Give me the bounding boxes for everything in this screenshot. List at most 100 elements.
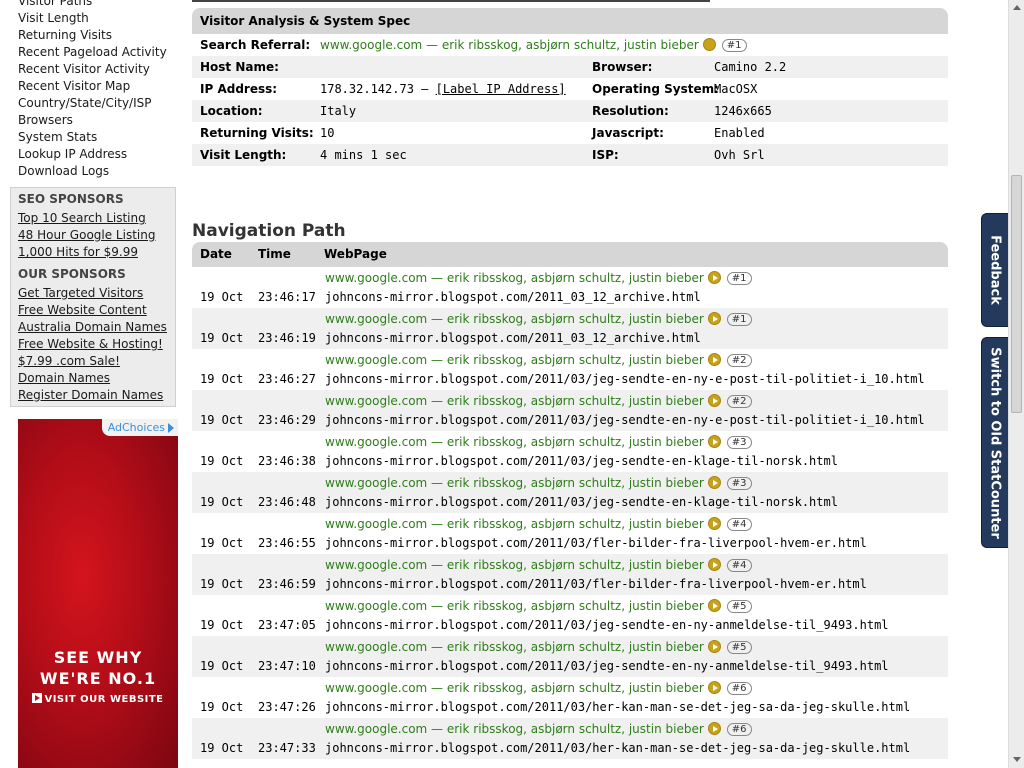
go-arrow-icon[interactable] [707, 681, 721, 694]
scroll-up-arrow-icon[interactable] [1011, 2, 1023, 14]
row-time: 23:47:26 [258, 700, 316, 714]
go-arrow-icon[interactable] [707, 271, 721, 284]
rank-badge: #6 [726, 723, 752, 736]
seo-sponsors-heading: SEO SPONSORS [18, 192, 124, 206]
referrer-link[interactable]: www.google.com — erik ribsskog, asbjørn … [325, 271, 704, 285]
sidebar-link-system-stats[interactable]: System Stats [18, 129, 178, 146]
row-time: 23:47:33 [258, 741, 316, 755]
sidebar-link-lookup-ip[interactable]: Lookup IP Address [18, 146, 178, 163]
ad-banner[interactable]: AdChoices SEE WHY WE'RE NO.1 VISIT OUR W… [18, 419, 178, 768]
row-webpage-link[interactable]: johncons-mirror.blogspot.com/2011/03/her… [325, 741, 910, 755]
row-date: 19 Oct [200, 536, 244, 550]
isp-label: ISP: [592, 148, 619, 162]
search-rank-badge: #1 [721, 39, 747, 52]
play-icon [32, 693, 43, 703]
rank-badge: #1 [726, 272, 752, 285]
scroll-down-arrow-icon[interactable] [1011, 754, 1023, 766]
returning-visits-label: Returning Visits: [200, 126, 314, 140]
row-webpage-link[interactable]: johncons-mirror.blogspot.com/2011/03/fle… [325, 577, 867, 591]
row-referrer: www.google.com — erik ribsskog, asbjørn … [325, 681, 752, 695]
row-time: 23:46:29 [258, 413, 316, 427]
nav-path-row: 19 Oct 23:46:38 www.google.com — erik ribs… [192, 431, 948, 472]
feedback-tab[interactable]: Feedback [981, 213, 1008, 327]
our-sponsor-link[interactable]: Free Website & Hosting! [18, 336, 175, 353]
go-arrow-icon[interactable] [702, 38, 716, 51]
our-sponsor-link[interactable]: Register Domain Names [18, 387, 175, 404]
sidebar-link-recent-visitor-activity[interactable]: Recent Visitor Activity [18, 61, 178, 78]
our-sponsors-heading: OUR SPONSORS [18, 267, 126, 281]
row-time: 23:47:05 [258, 618, 316, 632]
go-arrow-icon[interactable] [707, 722, 721, 735]
row-time: 23:46:27 [258, 372, 316, 386]
referrer-link[interactable]: www.google.com — erik ribsskog, asbjørn … [325, 640, 704, 654]
go-arrow-icon[interactable] [707, 517, 721, 530]
search-referral-link[interactable]: www.google.com — erik ribsskog, asbjørn … [320, 38, 699, 52]
our-sponsor-link[interactable]: Domain Names [18, 370, 175, 387]
go-arrow-icon[interactable] [707, 312, 721, 325]
referrer-link[interactable]: www.google.com — erik ribsskog, asbjørn … [325, 558, 704, 572]
go-arrow-icon[interactable] [707, 353, 721, 366]
sidebar-link-download-logs[interactable]: Download Logs [18, 163, 178, 180]
go-arrow-icon[interactable] [707, 599, 721, 612]
row-webpage-link[interactable]: johncons-mirror.blogspot.com/2011/03/her… [325, 700, 910, 714]
row-date: 19 Oct [200, 413, 244, 427]
row-webpage-link[interactable]: johncons-mirror.blogspot.com/2011_03_12_… [325, 331, 701, 345]
rank-badge: #5 [726, 641, 752, 654]
go-arrow-icon[interactable] [707, 435, 721, 448]
row-webpage-link[interactable]: johncons-mirror.blogspot.com/2011_03_12_… [325, 290, 701, 304]
scrollbar-thumb[interactable] [1011, 175, 1022, 413]
sidebar-link-browsers[interactable]: Browsers [18, 112, 178, 129]
referrer-link[interactable]: www.google.com — erik ribsskog, asbjørn … [325, 312, 704, 326]
row-webpage-link[interactable]: johncons-mirror.blogspot.com/2011/03/jeg… [325, 413, 925, 427]
label-ip-link[interactable]: [Label IP Address] [436, 82, 566, 96]
javascript-value: Enabled [714, 126, 765, 140]
referrer-link[interactable]: www.google.com — erik ribsskog, asbjørn … [325, 517, 704, 531]
row-date: 19 Oct [200, 659, 244, 673]
search-referral-label: Search Referral: [200, 38, 311, 52]
row-webpage-link[interactable]: johncons-mirror.blogspot.com/2011/03/jeg… [325, 454, 838, 468]
col-header-time: Time [258, 247, 291, 261]
referrer-link[interactable]: www.google.com — erik ribsskog, asbjørn … [325, 599, 704, 613]
row-referrer: www.google.com — erik ribsskog, asbjørn … [325, 517, 752, 531]
seo-sponsor-link[interactable]: 1,000 Hits for $9.99 [18, 244, 175, 261]
row-webpage-link[interactable]: johncons-mirror.blogspot.com/2011/03/jeg… [325, 618, 889, 632]
ad-cta[interactable]: VISIT OUR WEBSITE [18, 693, 178, 705]
nav-path-row: 19 Oct 23:46:17 www.google.com — erik ribs… [192, 267, 948, 308]
adchoices-icon [168, 423, 174, 433]
referrer-link[interactable]: www.google.com — erik ribsskog, asbjørn … [325, 394, 704, 408]
vertical-scrollbar[interactable] [1008, 0, 1024, 768]
our-sponsor-link[interactable]: Free Website Content [18, 302, 175, 319]
col-header-date: Date [200, 247, 232, 261]
row-webpage-link[interactable]: johncons-mirror.blogspot.com/2011/03/jeg… [325, 659, 889, 673]
sidebar-link-visitor-paths[interactable]: Visitor Paths [18, 0, 178, 10]
our-sponsor-link[interactable]: Get Targeted Visitors [18, 285, 175, 302]
referrer-link[interactable]: www.google.com — erik ribsskog, asbjørn … [325, 353, 704, 367]
nav-path-row: 19 Oct 23:46:55 www.google.com — erik ribs… [192, 513, 948, 554]
adchoices-badge[interactable]: AdChoices [101, 419, 178, 436]
go-arrow-icon[interactable] [707, 558, 721, 571]
referrer-link[interactable]: www.google.com — erik ribsskog, asbjørn … [325, 722, 704, 736]
sidebar-link-recent-visitor-map[interactable]: Recent Visitor Map [18, 78, 178, 95]
row-webpage-link[interactable]: johncons-mirror.blogspot.com/2011/03/jeg… [325, 372, 925, 386]
our-sponsor-link[interactable]: Australia Domain Names [18, 319, 175, 336]
go-arrow-icon[interactable] [707, 476, 721, 489]
sidebar-link-country-state-city[interactable]: Country/State/City/ISP [18, 95, 178, 112]
top-divider [192, 0, 710, 2]
sidebar-link-visit-length[interactable]: Visit Length [18, 10, 178, 27]
referrer-link[interactable]: www.google.com — erik ribsskog, asbjørn … [325, 681, 704, 695]
referrer-link[interactable]: www.google.com — erik ribsskog, asbjørn … [325, 476, 704, 490]
seo-sponsor-link[interactable]: Top 10 Search Listing [18, 210, 175, 227]
go-arrow-icon[interactable] [707, 394, 721, 407]
visit-length-label: Visit Length: [200, 148, 287, 162]
seo-sponsor-link[interactable]: 48 Hour Google Listing [18, 227, 175, 244]
go-arrow-icon[interactable] [707, 640, 721, 653]
returning-visits-value: 10 [320, 126, 335, 140]
row-webpage-link[interactable]: johncons-mirror.blogspot.com/2011/03/fle… [325, 536, 867, 550]
switch-old-statcounter-tab[interactable]: Switch to Old StatCounter [981, 337, 1008, 548]
referrer-link[interactable]: www.google.com — erik ribsskog, asbjørn … [325, 435, 704, 449]
row-webpage-link[interactable]: johncons-mirror.blogspot.com/2011/03/jeg… [325, 495, 838, 509]
sidebar-link-returning-visits[interactable]: Returning Visits [18, 27, 178, 44]
sidebar-link-recent-pageload[interactable]: Recent Pageload Activity [18, 44, 178, 61]
resolution-value: 1246x665 [714, 104, 772, 118]
our-sponsor-link[interactable]: $7.99 .com Sale! [18, 353, 175, 370]
